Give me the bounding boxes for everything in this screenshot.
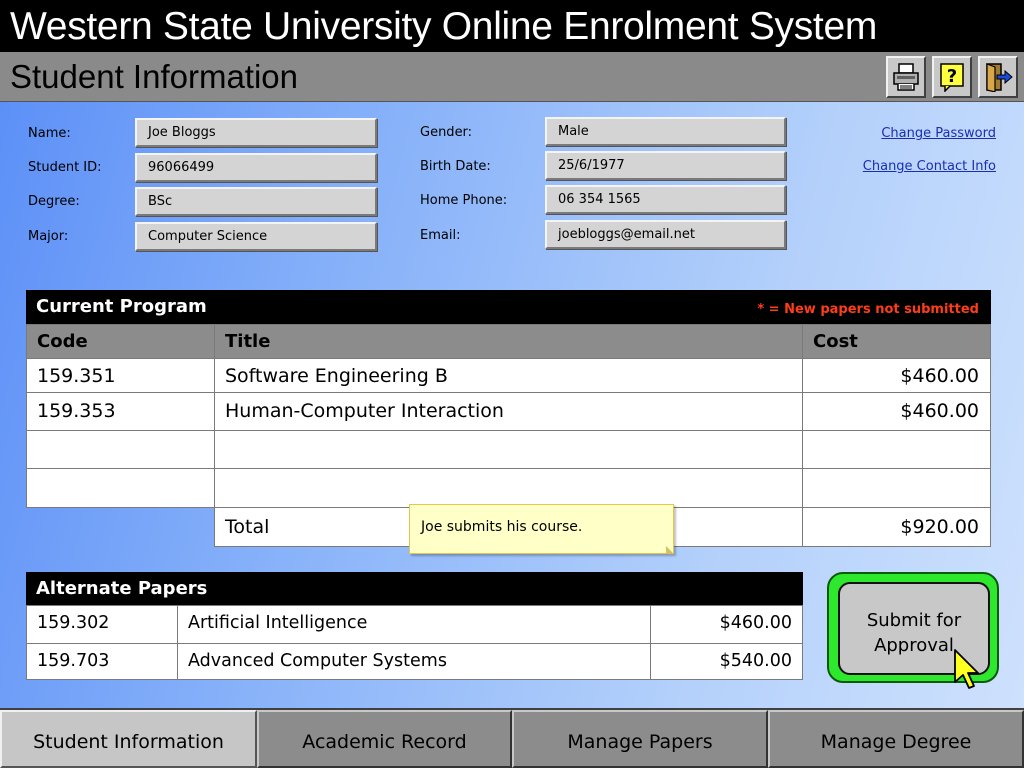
- page-title: Student Information: [10, 58, 299, 95]
- current-program-header: Current Program * = New papers not submi…: [26, 290, 991, 324]
- alternate-papers-title: Alternate Papers: [26, 572, 803, 606]
- alt-row-cost: $460.00: [650, 605, 803, 644]
- program-row-cost: [802, 468, 991, 508]
- tab-manage-degree[interactable]: Manage Degree: [768, 710, 1024, 768]
- program-row-title[interactable]: [214, 430, 803, 469]
- tab-academic-record[interactable]: Academic Record: [257, 710, 512, 768]
- mouse-pointer-icon: [954, 649, 979, 689]
- alt-row-cost: $540.00: [650, 643, 803, 680]
- exit-door-icon: [986, 63, 1013, 92]
- submit-label-line1: Submit for: [866, 610, 962, 631]
- column-header-title: Title: [214, 324, 803, 359]
- page-header: Student Information ?: [0, 52, 1024, 102]
- program-row-code[interactable]: [26, 468, 215, 508]
- annotation-note: Joe submits his course.: [409, 504, 674, 554]
- birth-date-label: Birth Date:: [420, 159, 491, 174]
- degree-label: Degree:: [28, 194, 80, 209]
- exit-button[interactable]: [978, 56, 1018, 98]
- email-label: Email:: [420, 228, 461, 243]
- annotation-text: Joe submits his course.: [421, 519, 583, 535]
- program-row-code[interactable]: 159.351: [26, 358, 215, 393]
- program-row-title[interactable]: Human-Computer Interaction: [214, 392, 803, 431]
- alt-row-code[interactable]: 159.703: [26, 643, 178, 680]
- email-field: joebloggs@email.net: [545, 220, 786, 249]
- change-password-link[interactable]: Change Password: [881, 126, 996, 141]
- svg-text:?: ?: [947, 66, 957, 87]
- printer-icon: [893, 63, 919, 91]
- program-row-cost: [802, 430, 991, 469]
- degree-field: BSc: [135, 187, 377, 216]
- bottom-tab-bar: Student Information Academic Record Mana…: [0, 708, 1024, 768]
- alt-row-title[interactable]: Advanced Computer Systems: [177, 643, 651, 680]
- current-program-title: Current Program: [36, 296, 207, 317]
- name-label: Name:: [28, 126, 71, 141]
- gender-label: Gender:: [420, 125, 473, 140]
- alt-row-code[interactable]: 159.302: [26, 605, 178, 644]
- name-field: Joe Bloggs: [135, 118, 377, 147]
- print-button[interactable]: [886, 56, 926, 98]
- home-phone-label: Home Phone:: [420, 193, 508, 208]
- student-id-field: 96066499: [135, 153, 377, 182]
- tab-manage-papers[interactable]: Manage Papers: [512, 710, 768, 768]
- program-row-title[interactable]: Software Engineering B: [214, 358, 803, 393]
- home-phone-field: 06 354 1565: [545, 185, 786, 214]
- submit-label-line2: Approval: [874, 635, 954, 656]
- help-button[interactable]: ?: [932, 56, 972, 98]
- birth-date-field: 25/6/1977: [545, 151, 786, 180]
- column-header-cost: Cost: [802, 324, 991, 359]
- program-row-cost: $460.00: [802, 392, 991, 431]
- program-row-cost: $460.00: [802, 358, 991, 393]
- help-icon: ?: [940, 63, 964, 92]
- major-field: Computer Science: [135, 222, 377, 251]
- tab-student-information[interactable]: Student Information: [0, 710, 257, 768]
- student-id-label: Student ID:: [28, 160, 102, 175]
- note-fold: [666, 546, 674, 554]
- program-row-title[interactable]: [214, 468, 803, 508]
- change-contact-info-link[interactable]: Change Contact Info: [863, 159, 996, 174]
- program-row-code[interactable]: 159.353: [26, 392, 215, 431]
- alt-row-title[interactable]: Artificial Intelligence: [177, 605, 651, 644]
- major-label: Major:: [28, 229, 69, 244]
- program-row-code[interactable]: [26, 430, 215, 469]
- total-value: $920.00: [802, 507, 991, 547]
- column-header-code: Code: [26, 324, 215, 359]
- app-title: Western State University Online Enrolmen…: [0, 0, 1024, 52]
- gender-field: Male: [545, 117, 786, 146]
- new-papers-note: * = New papers not submitted: [757, 302, 979, 317]
